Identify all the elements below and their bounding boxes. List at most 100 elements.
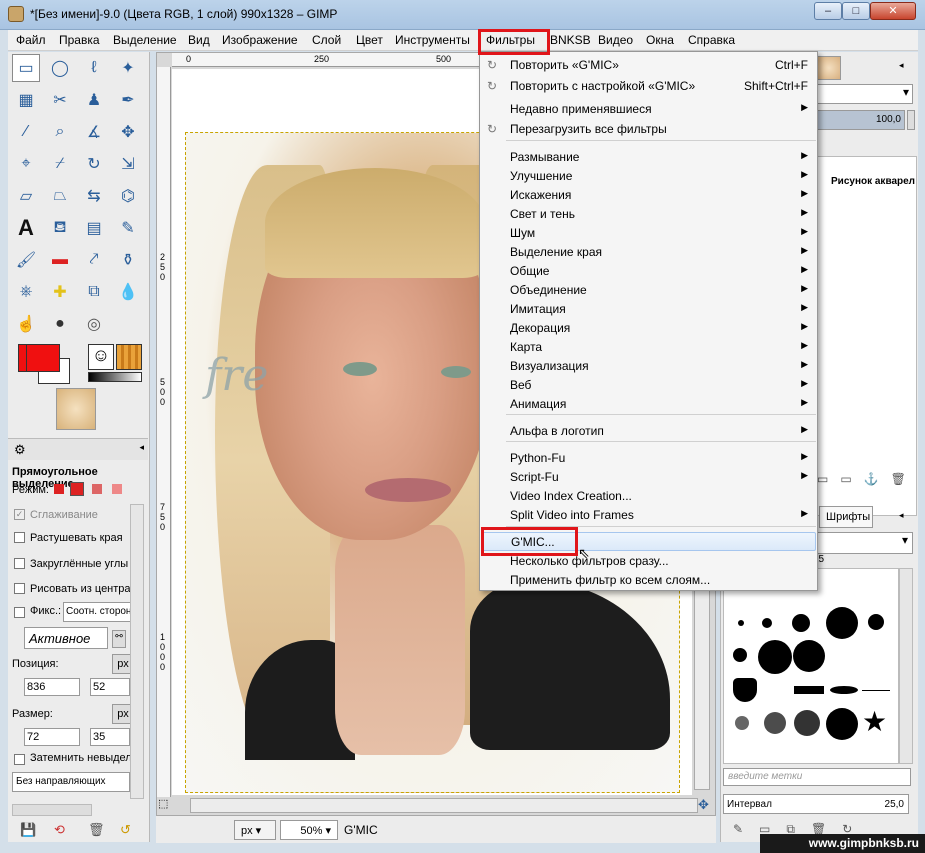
menu-2[interactable]: Выделение [113,33,177,47]
tool-options-scrollbar[interactable] [130,504,144,799]
mode-replace-icon[interactable] [54,484,64,494]
save-options-icon[interactable]: 💾 [20,822,36,838]
tab-fonts[interactable]: Шрифты [819,506,873,528]
filters-menu-item-12[interactable]: Имитация ▶ [481,300,816,319]
brush-preview-icon[interactable]: ☺ [88,344,114,370]
layer-buttons-icons[interactable]: ▭▭⚓🗑 [817,472,918,486]
brush-select[interactable]: ▾ [817,532,913,554]
crop-tool-icon[interactable]: ⌿ [46,150,74,178]
filters-menu-item-22[interactable]: Split Video into Frames ▶ [481,506,816,525]
clone-tool-icon[interactable]: ⎈ [12,278,40,306]
filters-menu-item-11[interactable]: Объединение ▶ [481,281,816,300]
filters-menu-item-15[interactable]: Визуализация ▶ [481,357,816,376]
menu-7[interactable]: Инструменты [395,33,470,47]
antialias-checkbox[interactable]: ✓ [14,509,25,520]
dock-menu-arrow-icon[interactable]: ◂ [899,60,904,71]
filters-menu-item-21[interactable]: Video Index Creation... [481,487,816,506]
scale-tool-icon[interactable]: ⇲ [114,150,142,178]
brush-preset[interactable] [830,686,858,694]
filters-menu-item-13[interactable]: Декорация ▶ [481,319,816,338]
brushes-menu-arrow-icon[interactable]: ◂ [899,510,904,521]
menu-1[interactable]: Правка [59,33,100,47]
brush-tags-input[interactable]: введите метки [723,768,911,786]
filters-menu-item-8[interactable]: Шум ▶ [481,224,816,243]
menu-4[interactable]: Изображение [222,33,298,47]
filters-menu-item-3[interactable]: Перезагрузить все фильтры ↻ [481,120,816,139]
feather-checkbox[interactable] [14,532,25,543]
vertical-ruler[interactable]: 2 5 0 5 0 0 7 5 0 1 0 0 0 [157,67,171,797]
image-tab-thumbnail[interactable] [817,56,841,80]
menu-11[interactable]: Окна [646,33,674,47]
unit-select[interactable]: px ▾ [234,820,276,840]
menu-3[interactable]: Вид [188,33,210,47]
warp-tool-icon[interactable]: ◎ [80,310,108,338]
filters-menu-item-25[interactable]: Применить фильтр ко всем слоям... [481,571,816,590]
restore-options-icon[interactable]: ⟲ [54,822,65,838]
bucket-fill-icon[interactable]: ⛾ [46,214,74,242]
smudge-tool-icon[interactable]: ☝ [12,310,40,338]
filters-menu-item-18[interactable]: Альфа в логотип ▶ [481,422,816,441]
layer-mode-select[interactable]: ▾ [817,84,913,104]
rect-select-tool-icon[interactable]: ▭ [12,54,40,82]
tool-options-hscroll[interactable] [12,804,92,816]
text-tool-icon[interactable]: A [12,214,40,242]
filters-menu-item-5[interactable]: Улучшение ▶ [481,167,816,186]
perspective-clone-icon[interactable]: ⧉ [80,278,108,306]
brush-preset[interactable] [793,640,825,672]
brush-preset[interactable] [794,686,824,694]
filters-menu-item-1[interactable]: Повторить с настройкой «G'MIC» ↻ Shift+Ctr… [481,77,816,96]
quick-mask-icon[interactable]: ⬚ [158,797,168,810]
cage-tool-icon[interactable]: ⌬ [114,182,142,210]
pencil-tool-icon[interactable]: ✎ [114,214,142,242]
perspective-tool-icon[interactable]: ⏢ [46,182,74,210]
menu-5[interactable]: Слой [312,33,341,47]
airbrush-tool-icon[interactable]: ⤤ [80,246,108,274]
filters-menu-item-19[interactable]: Python-Fu ▶ [481,449,816,468]
shear-tool-icon[interactable]: ▱ [12,182,40,210]
mode-intersect-icon[interactable] [112,484,122,494]
align-tool-icon[interactable]: ⌖ [12,150,40,178]
brush-preset[interactable] [792,614,810,632]
maximize-button[interactable]: □ [842,2,870,20]
zoom-select[interactable]: 50% ▾ [280,820,338,840]
filters-menu-item-4[interactable]: Размывание ▶ [481,148,816,167]
menu-10[interactable]: Видео [598,33,633,47]
brush-preset[interactable] [826,607,858,639]
free-select-tool-icon[interactable]: ℓ [80,54,108,82]
brush-preset[interactable] [735,716,749,730]
scissors-tool-icon[interactable]: ✂ [46,86,74,114]
brush-preset[interactable] [826,708,858,740]
brush-preset[interactable] [862,690,890,691]
image-thumbnail[interactable] [56,388,96,430]
select-by-color-icon[interactable]: ▦ [12,86,40,114]
filters-menu-item-0[interactable]: Повторить «G'MIC» ↻ Ctrl+F [481,56,816,75]
filters-menu-item-6[interactable]: Искажения ▶ [481,186,816,205]
layer-name[interactable]: Рисунок акварел [831,176,919,187]
from-center-checkbox[interactable] [14,583,25,594]
ink-tool-icon[interactable]: ⚱ [114,246,142,274]
paintbrush-tool-icon[interactable]: 🖌 [12,246,40,274]
filters-menu-item-20[interactable]: Script-Fu ▶ [481,468,816,487]
brush-preset[interactable] [762,618,772,628]
brush-preset[interactable] [868,614,884,630]
menu-9[interactable]: BNKSB [550,33,591,47]
filters-menu-item-17[interactable]: Анимация ▶ [481,395,816,414]
fixed-value-field[interactable]: Активное [24,627,108,649]
filters-menu-item-7[interactable]: Свет и тень ▶ [481,205,816,224]
star-brush-icon[interactable]: ★ [862,708,887,736]
opacity-spin[interactable] [907,110,915,130]
guides-select[interactable]: Без направляющих [12,772,130,792]
blur-tool-icon[interactable]: 💧 [114,278,142,306]
opacity-slider[interactable]: 100,0 [817,110,905,130]
brush-preset[interactable] [794,710,820,736]
menu-0[interactable]: Файл [16,33,46,47]
navigate-icon[interactable]: ✥ [698,797,709,813]
brush-preset[interactable] [758,640,792,674]
brush-preset[interactable] [733,648,747,662]
fuzzy-select-tool-icon[interactable]: ✦ [114,54,142,82]
brush-preset[interactable] [733,678,757,702]
mode-add-icon[interactable] [70,482,84,496]
filters-menu-item-16[interactable]: Веб ▶ [481,376,816,395]
color-picker-icon[interactable]: ⁄ [12,118,40,146]
measure-tool-icon[interactable]: ∡ [80,118,108,146]
